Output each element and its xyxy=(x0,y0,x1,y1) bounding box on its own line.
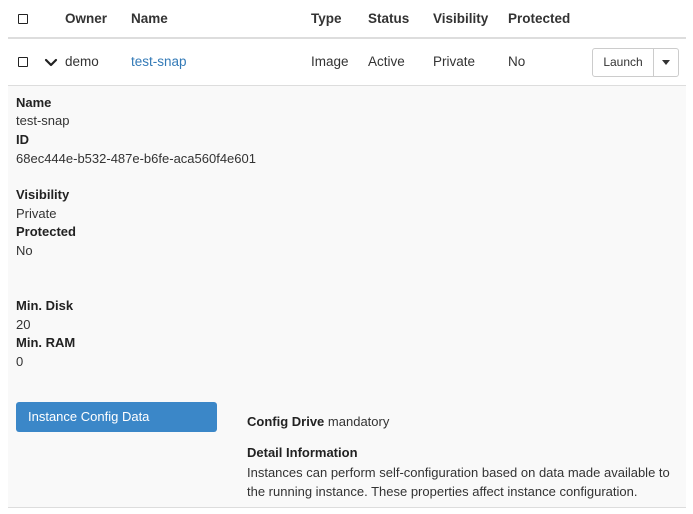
detail-min-disk-value: 20 xyxy=(16,317,31,332)
detail-name-label: Name xyxy=(16,95,52,110)
column-protected[interactable]: Protected xyxy=(508,11,570,26)
column-name[interactable]: Name xyxy=(131,11,168,26)
detail-information-text: Instances can perform self-configuration… xyxy=(247,465,670,499)
row-checkbox[interactable] xyxy=(18,57,28,67)
image-name-link[interactable]: test-snap xyxy=(131,54,187,69)
launch-button[interactable]: Launch xyxy=(593,49,654,76)
images-table: Owner Name Type Status Visibility Protec… xyxy=(0,0,693,514)
column-status[interactable]: Status xyxy=(368,11,409,26)
detail-protected-value: No xyxy=(16,243,33,258)
detail-protected-label: Protected xyxy=(16,224,76,239)
detail-visibility-value: Private xyxy=(16,206,57,221)
row-detail-panel: Name test-snap ID 68ec444e-b532-487e-b6f… xyxy=(8,86,686,508)
detail-min-ram-value: 0 xyxy=(16,354,24,369)
config-drive-value: mandatory xyxy=(327,414,390,429)
row-protected: No xyxy=(508,54,526,69)
row-visibility: Private xyxy=(433,54,476,69)
detail-min-ram-label: Min. RAM xyxy=(16,335,76,350)
column-owner[interactable]: Owner xyxy=(65,11,107,26)
detail-id-value: 68ec444e-b532-487e-b6fe-aca560f4e601 xyxy=(16,151,256,166)
config-drive-line: Config Drive mandatory xyxy=(247,414,389,429)
table-header: Owner Name Type Status Visibility Protec… xyxy=(8,0,686,39)
instance-config-data-button[interactable]: Instance Config Data xyxy=(16,402,217,432)
row-status: Active xyxy=(368,54,405,69)
row-owner: demo xyxy=(65,54,99,69)
config-drive-label: Config Drive xyxy=(247,414,325,429)
table-row: demo test-snap Image Active Private No L… xyxy=(8,39,686,86)
detail-information-label: Detail Information xyxy=(247,445,358,460)
detail-visibility-label: Visibility xyxy=(16,187,70,202)
launch-button-group: Launch xyxy=(592,48,679,77)
select-all-checkbox[interactable] xyxy=(18,14,28,24)
detail-min-disk-label: Min. Disk xyxy=(16,298,74,313)
chevron-down-icon[interactable] xyxy=(44,58,58,68)
column-visibility[interactable]: Visibility xyxy=(433,11,488,26)
caret-down-icon xyxy=(662,60,670,65)
column-type[interactable]: Type xyxy=(311,11,342,26)
detail-id-label: ID xyxy=(16,132,29,147)
detail-name-value: test-snap xyxy=(16,113,70,128)
row-type: Image xyxy=(311,54,349,69)
actions-dropdown-toggle[interactable] xyxy=(654,49,678,76)
